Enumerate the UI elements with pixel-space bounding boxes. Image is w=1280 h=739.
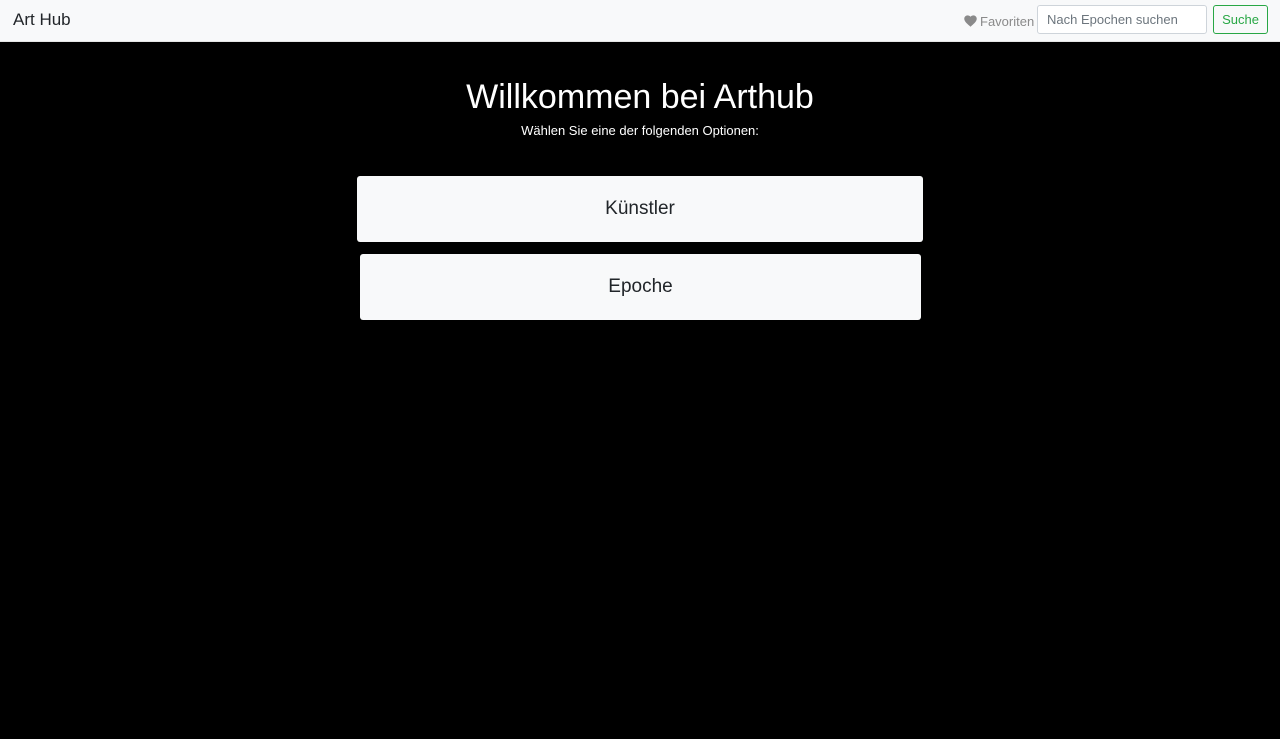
search-button[interactable]: Suche <box>1213 5 1268 34</box>
navbar: Art Hub Favoriten Suche <box>0 0 1280 42</box>
artist-option-label: Künstler <box>605 198 675 219</box>
favorites-link[interactable]: Favoriten <box>964 13 1034 29</box>
heart-icon <box>964 15 977 27</box>
page-subtitle: Wählen Sie eine der folgenden Optionen: <box>521 123 759 138</box>
brand-link[interactable]: Art Hub <box>13 10 71 30</box>
search-input[interactable] <box>1037 5 1207 34</box>
favorites-label: Favoriten <box>980 13 1035 29</box>
artist-option-button[interactable]: Künstler <box>357 176 923 242</box>
epoch-option-label: Epoche <box>608 276 673 297</box>
page-title: Willkommen bei Arthub <box>466 78 814 116</box>
epoch-option-button[interactable]: Epoche <box>360 254 921 320</box>
